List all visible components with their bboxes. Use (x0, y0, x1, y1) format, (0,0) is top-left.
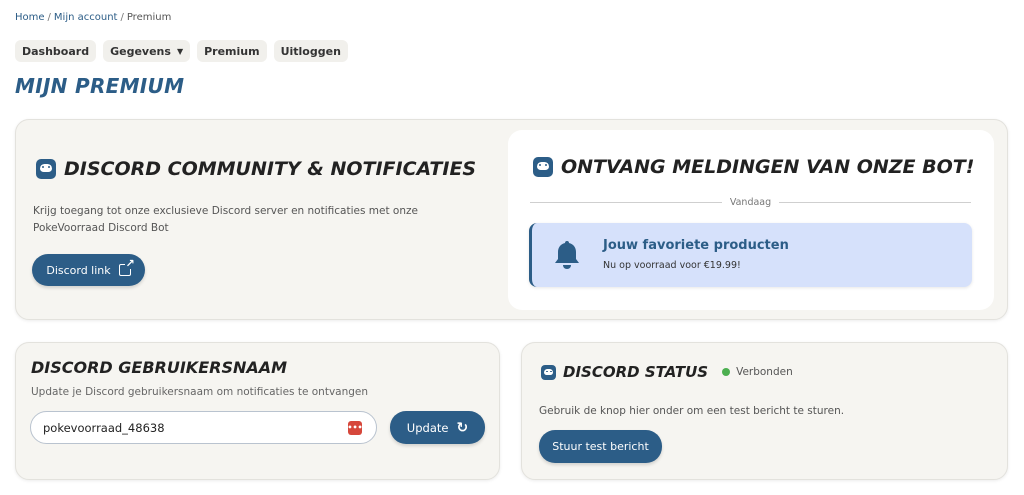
password-manager-icon[interactable]: ••• (347, 421, 363, 435)
username-input-wrapper: ••• (30, 411, 377, 444)
bell-icon (555, 241, 579, 269)
discord-username-input[interactable] (43, 412, 333, 443)
send-test-message-button[interactable]: Stuur test bericht (539, 430, 662, 463)
discord-link-button[interactable]: Discord link (32, 254, 145, 286)
connected-status-dot-icon (722, 368, 731, 376)
bot-heading: ONTVANG MELDINGEN VAN ONZE BOT! (533, 156, 974, 178)
status-heading: DISCORD STATUS Verbonden (541, 363, 793, 381)
divider-line (530, 202, 722, 203)
status-title: DISCORD STATUS (563, 363, 709, 381)
discord-icon (36, 159, 56, 179)
divider-line (779, 202, 971, 203)
username-heading: DISCORD GEBRUIKERSNAAM (31, 358, 288, 377)
account-nav: Dashboard Gegevens ▼ Premium Uitloggen (15, 40, 348, 62)
discord-username-card: DISCORD GEBRUIKERSNAAM Update je Discord… (15, 342, 500, 480)
breadcrumb-separator: / (47, 12, 51, 23)
nav-premium-label: Premium (204, 44, 260, 58)
community-title: DISCORD COMMUNITY & NOTIFICATIES (64, 158, 477, 180)
nav-premium-button[interactable]: Premium (197, 40, 267, 62)
status-badge: Verbonden (736, 366, 793, 378)
send-test-message-label: Stuur test bericht (552, 440, 649, 453)
discord-link-label: Discord link (46, 263, 111, 277)
discord-community-card: DISCORD COMMUNITY & NOTIFICATIES Krijg t… (15, 119, 1008, 320)
nav-gegevens-label: Gegevens (110, 44, 171, 58)
username-description: Update je Discord gebruikersnaam om noti… (31, 386, 369, 398)
notification-title: Jouw favoriete producten (603, 238, 789, 253)
nav-uitloggen-label: Uitloggen (280, 44, 341, 58)
page-title: MIJN PREMIUM (15, 74, 185, 98)
breadcrumb: Home / Mijn account / Premium (15, 12, 171, 23)
breadcrumb-separator: / (120, 12, 124, 23)
community-description: Krijg toegang tot onze exclusieve Discor… (33, 205, 418, 234)
community-heading: DISCORD COMMUNITY & NOTIFICATIES (36, 158, 476, 180)
nav-dashboard-label: Dashboard (22, 44, 90, 58)
bot-title: ONTVANG MELDINGEN VAN ONZE BOT! (561, 156, 975, 178)
nav-gegevens-dropdown[interactable]: Gegevens ▼ (103, 40, 191, 62)
discord-status-card: DISCORD STATUS Verbonden Gebruik de knop… (521, 342, 1008, 480)
breadcrumb-account-link[interactable]: Mijn account (54, 12, 118, 23)
chevron-down-icon: ▼ (176, 46, 184, 56)
date-divider-label: Vandaag (729, 197, 772, 208)
external-link-icon (118, 258, 135, 276)
discord-icon (541, 364, 556, 380)
date-divider: Vandaag (530, 197, 971, 208)
breadcrumb-current: Premium (126, 12, 172, 23)
notification-subtitle: Nu op voorraad voor €19.99! (603, 260, 741, 271)
breadcrumb-home-link[interactable]: Home (15, 12, 45, 23)
nav-uitloggen-button[interactable]: Uitloggen (273, 40, 348, 62)
status-description: Gebruik de knop hier onder om een test b… (539, 405, 845, 417)
discord-icon (533, 157, 553, 177)
notification-preview: Jouw favoriete producten Nu op voorraad … (529, 223, 972, 287)
bot-preview-panel: ONTVANG MELDINGEN VAN ONZE BOT! Vandaag … (508, 130, 994, 310)
update-button[interactable]: Update ↻ (390, 411, 485, 444)
nav-dashboard-button[interactable]: Dashboard (15, 40, 97, 62)
refresh-icon: ↻ (456, 419, 469, 436)
update-label: Update (406, 420, 449, 435)
